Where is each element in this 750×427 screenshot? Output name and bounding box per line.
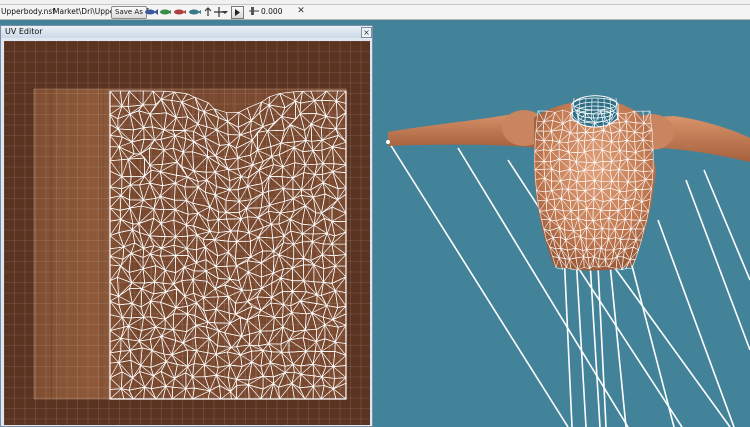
3d-viewport[interactable] [374, 20, 750, 427]
time-value: 0.000 [261, 7, 283, 16]
uv-editor-title: UV Editor [5, 27, 43, 36]
uv-editor-window: UV Editor × [0, 25, 373, 427]
fish-icon-teal[interactable] [188, 7, 201, 17]
uv-texture-view[interactable] [4, 41, 370, 425]
pin-icon[interactable] [203, 7, 213, 17]
chevron-down-icon[interactable] [222, 7, 228, 17]
3d-model-view[interactable] [374, 20, 750, 427]
close-icon[interactable]: × [361, 27, 372, 38]
play-button[interactable] [231, 6, 244, 19]
save-as-button[interactable]: Save As [111, 6, 147, 19]
uv-editor-titlebar[interactable]: UV Editor × [1, 26, 372, 38]
fish-icon-green[interactable] [159, 7, 171, 17]
time-slider-knob[interactable] [251, 7, 254, 15]
uv-canvas[interactable] [4, 41, 370, 425]
play-icon [235, 9, 240, 16]
close-icon[interactable]: ✕ [296, 6, 306, 16]
file-path-field[interactable]: Upperbody.nsf [1, 7, 55, 16]
fish-icon-red[interactable] [173, 7, 186, 17]
main-toolbar: Upperbody.nsf Market\Dri\Upperbody.nsf S… [0, 5, 750, 20]
fish-icon-blue[interactable] [144, 7, 158, 17]
